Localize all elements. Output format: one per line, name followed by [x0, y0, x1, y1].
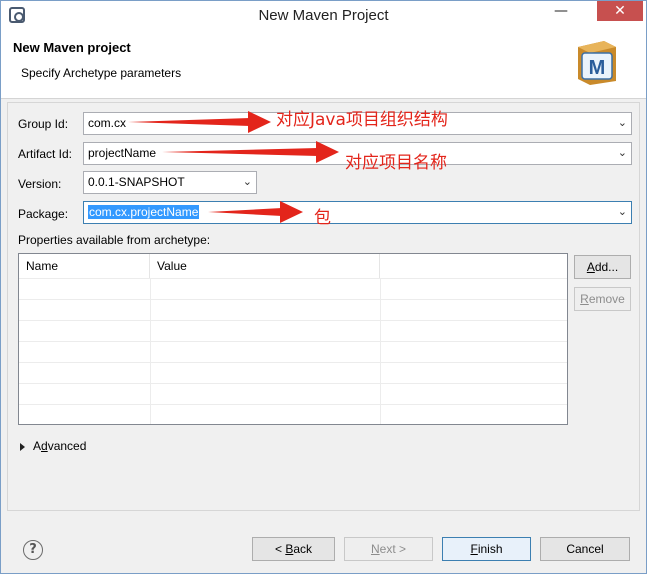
table-row	[19, 299, 567, 320]
annotation-package-note: 包	[314, 208, 331, 228]
next-button[interactable]: Next >	[344, 537, 433, 561]
wizard-banner: New Maven project Specify Archetype para…	[1, 31, 646, 99]
column-header-value[interactable]: Value	[150, 254, 380, 278]
expand-triangle-icon[interactable]	[20, 442, 25, 451]
package-combo[interactable]: com.cx.projectName ⌄	[83, 201, 632, 224]
add-property-button[interactable]: Add...	[574, 255, 631, 279]
column-header-name[interactable]: Name	[19, 254, 150, 278]
cancel-button[interactable]: Cancel	[540, 537, 630, 561]
annotation-group-note: 对应Java项目组织结构	[276, 110, 448, 130]
minimize-button[interactable]: —	[548, 1, 574, 21]
table-row	[19, 404, 567, 425]
group-id-value: com.cx	[88, 116, 127, 130]
group-id-label: Group Id:	[18, 117, 69, 131]
dialog-window: New Maven Project — ✕ New Maven project …	[0, 0, 647, 574]
chevron-down-icon[interactable]: ⌄	[618, 116, 627, 129]
version-label: Version:	[18, 177, 62, 191]
package-label: Package:	[18, 207, 69, 221]
properties-table[interactable]: Name Value	[18, 253, 568, 425]
table-row	[19, 383, 567, 404]
package-value: com.cx.projectName	[88, 205, 200, 219]
chevron-down-icon[interactable]: ⌄	[618, 205, 627, 218]
wizard-page-title: New Maven project	[13, 40, 131, 55]
artifact-id-value: projectName	[88, 146, 157, 160]
title-bar: New Maven Project — ✕	[1, 1, 646, 31]
table-row	[19, 362, 567, 383]
properties-label: Properties available from archetype:	[18, 233, 211, 247]
chevron-down-icon[interactable]: ⌄	[618, 146, 627, 159]
close-button[interactable]: ✕	[597, 1, 643, 21]
maven-logo-icon: M	[578, 41, 616, 85]
chevron-down-icon[interactable]: ⌄	[243, 175, 252, 188]
artifact-id-label: Artifact Id:	[18, 147, 73, 161]
remove-property-button[interactable]: Remove	[574, 287, 631, 311]
finish-button[interactable]: Finish	[442, 537, 531, 561]
column-divider	[150, 278, 151, 424]
back-button[interactable]: < Back	[252, 537, 335, 561]
column-divider	[380, 278, 381, 424]
version-value: 0.0.1-SNAPSHOT	[88, 175, 185, 189]
help-icon[interactable]: ?	[23, 540, 43, 560]
table-row	[19, 320, 567, 341]
advanced-section-toggle[interactable]: Advanced	[20, 439, 86, 453]
column-header-filler	[380, 254, 567, 278]
table-row	[19, 278, 567, 299]
table-row	[19, 341, 567, 362]
svg-text:M: M	[589, 57, 606, 79]
annotation-artifact-note: 对应项目名称	[345, 153, 447, 173]
wizard-page-description: Specify Archetype parameters	[21, 66, 182, 80]
version-combo[interactable]: 0.0.1-SNAPSHOT ⌄	[83, 171, 257, 194]
